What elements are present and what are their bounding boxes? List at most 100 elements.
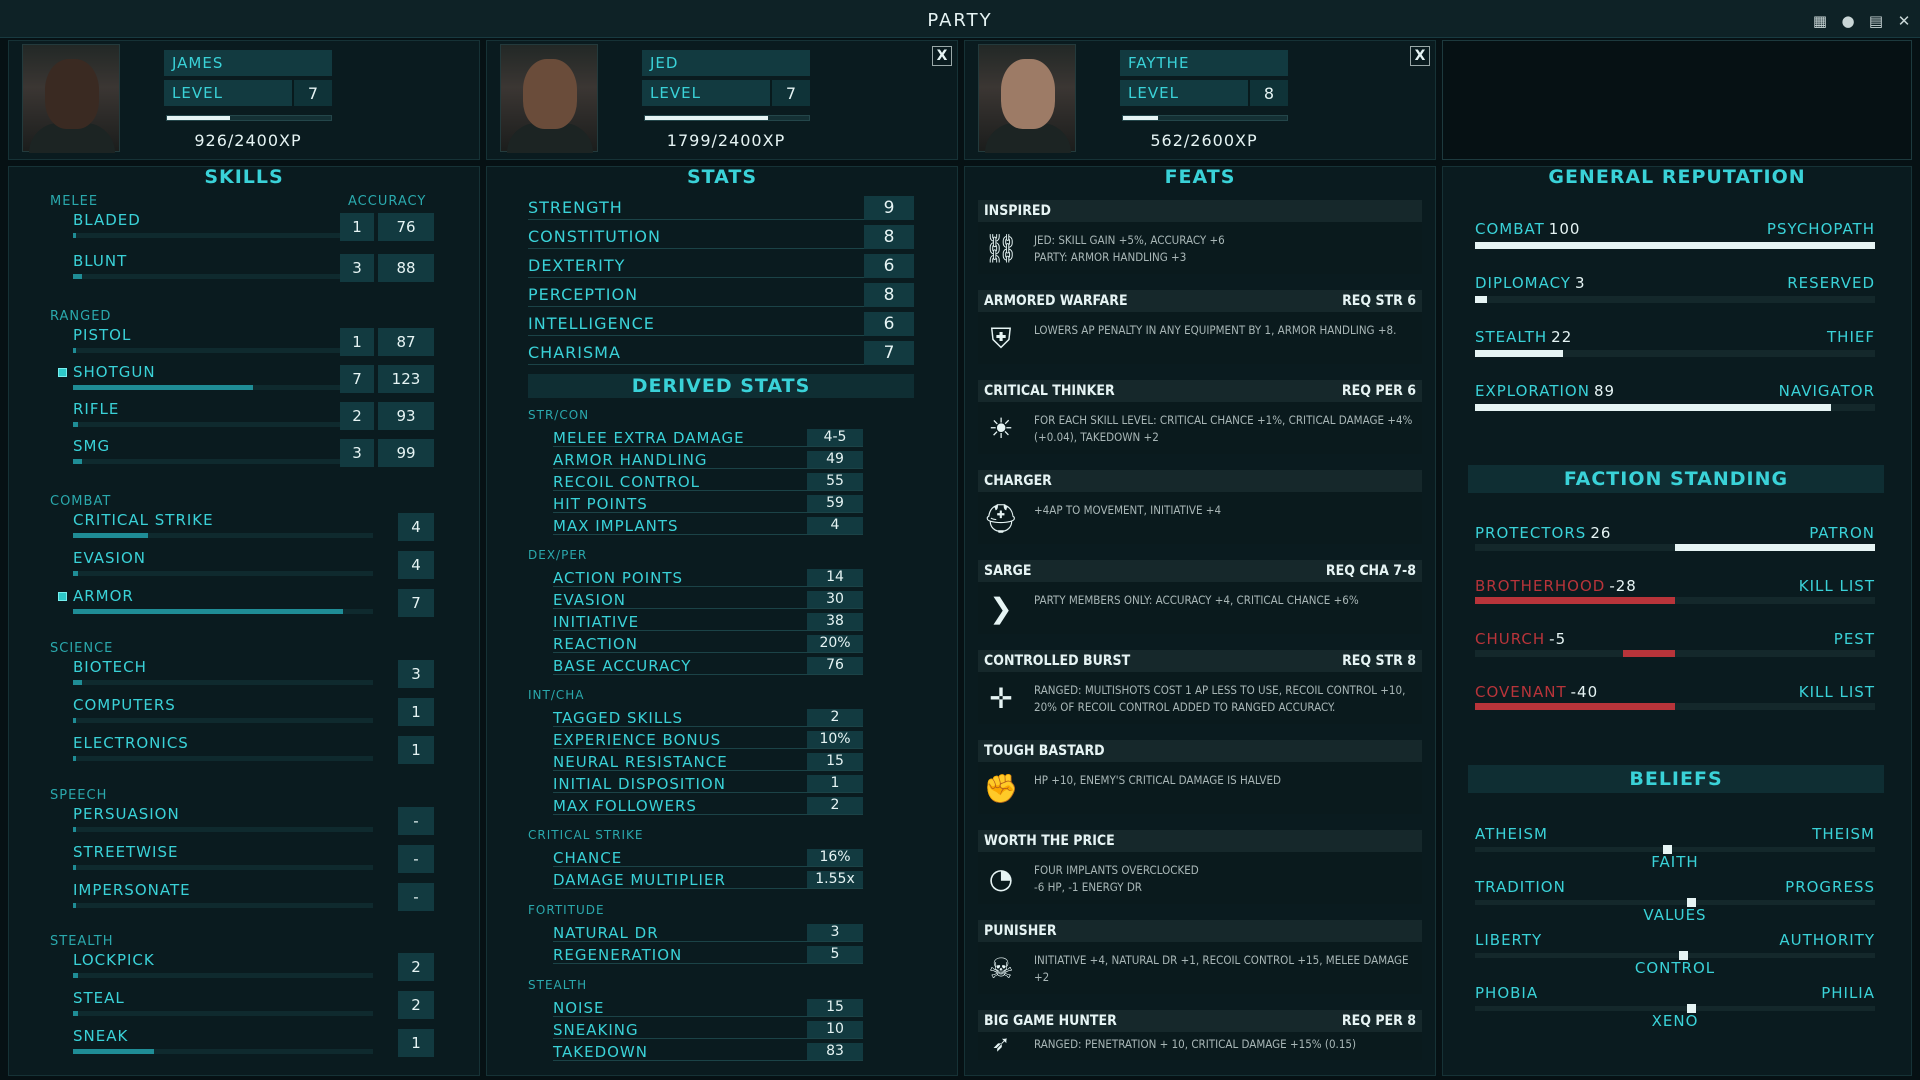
skill-accuracy: 123 [378,365,434,393]
stat-name: PERCEPTION [528,285,639,304]
skill-name[interactable]: ARMOR [73,587,134,605]
stat-name: INTELLIGENCE [528,314,655,333]
derived-stat-row[interactable]: BASE ACCURACY 76 [553,657,863,675]
derived-stat-row[interactable]: NOISE 15 [553,999,863,1017]
derived-stat-value: 16% [807,849,863,866]
feat-card[interactable]: INSPIRED ⛓ JED: SKILL GAIN +5%, ACCURACY +… [978,200,1422,274]
derived-stat-row[interactable]: INITIAL DISPOSITION 1 [553,775,863,793]
derived-stat-value: 20% [807,635,863,652]
skill-name[interactable]: PERSUASION [73,805,180,823]
feat-card[interactable]: CRITICAL THINKER REQ PER 6 ☀ FOR EACH SKILL… [978,380,1422,454]
skill-progress-fill [73,571,78,576]
skill-progress-fill [73,718,76,723]
derived-stat-name: INITIAL DISPOSITION [553,775,726,793]
derived-stat-row[interactable]: MAX IMPLANTS 4 [553,517,863,535]
stats-title: STATS [686,166,758,188]
stat-row[interactable]: INTELLIGENCE 6 [528,312,914,336]
feat-card[interactable]: PUNISHER ☠ INITIATIVE +4, NATURAL DR +1, R… [978,920,1422,994]
feat-card[interactable]: CHARGER ⛑ +4AP TO MOVEMENT, INITIATIVE +4 [978,470,1422,544]
feat-card[interactable]: CONTROLLED BURST REQ STR 8 ✛ RANGED: MULTIS… [978,650,1422,724]
close-icon[interactable]: ✕ [1894,12,1914,30]
derived-stat-name: TAGGED SKILLS [553,709,684,727]
feat-card[interactable]: TOUGH BASTARD ✊ HP +10, ENEMY'S CRITICAL D… [978,740,1422,814]
skill-name[interactable]: LOCKPICK [73,951,155,969]
skill-name[interactable]: STEAL [73,989,125,1007]
reputation-bar-fill [1475,242,1875,249]
remove-member-button[interactable]: X [1410,46,1430,66]
empty-party-slot[interactable] [1442,40,1912,160]
feat-card[interactable]: ARMORED WARFARE REQ STR 6 ⛨ LOWERS AP PENAL… [978,290,1422,364]
reputation-bar-fill [1475,350,1563,357]
belief-row: PHOBIA PHILIA XENO [1475,984,1875,1034]
codex-icon[interactable]: ▤ [1866,12,1886,30]
derived-stat-row[interactable]: INITIATIVE 38 [553,613,863,631]
derived-stat-row[interactable]: TAGGED SKILLS 2 [553,709,863,727]
derived-stat-row[interactable]: EVASION 30 [553,591,863,609]
derived-stat-row[interactable]: NEURAL RESISTANCE 15 [553,753,863,771]
calendar-icon[interactable]: ▦ [1810,12,1830,30]
stat-value: 9 [864,196,914,220]
feat-name: INSPIRED [984,203,1051,219]
skill-name[interactable]: BIOTECH [73,658,147,676]
skill-name[interactable]: EVASION [73,549,146,567]
level-value: 8 [1248,80,1288,106]
skill-name[interactable]: STREETWISE [73,843,178,861]
stat-row[interactable]: STRENGTH 9 [528,196,914,220]
skill-name[interactable]: BLUNT [73,252,127,270]
derived-stat-row[interactable]: MELEE EXTRA DAMAGE 4-5 [553,429,863,447]
derived-stat-row[interactable]: HIT POINTS 59 [553,495,863,513]
skill-name[interactable]: COMPUTERS [73,696,176,714]
derived-stats-title: DERIVED STATS [528,374,914,398]
stat-row[interactable]: PERCEPTION 8 [528,283,914,307]
derived-stat-row[interactable]: ARMOR HANDLING 49 [553,451,863,469]
skill-category: RANGED [50,309,112,324]
skill-name[interactable]: BLADED [73,211,141,229]
character-portrait[interactable] [978,44,1076,153]
character-name: JAMES [164,50,332,76]
skill-name[interactable]: SMG [73,437,110,455]
derived-stat-row[interactable]: EXPERIENCE BONUS 10% [553,731,863,749]
derived-stat-row[interactable]: NATURAL DR 3 [553,924,863,942]
skill-name[interactable]: CRITICAL STRIKE [73,511,214,529]
reputation-row: STEALTH 22 THIEF [1475,328,1875,368]
feat-header: WORTH THE PRICE [978,830,1422,852]
belief-axis-label: FAITH [1651,853,1699,871]
skill-name[interactable]: RIFLE [73,400,119,418]
feat-card[interactable]: WORTH THE PRICE ◔ FOUR IMPLANTS OVERCLOCKE… [978,830,1422,904]
feat-card[interactable]: SARGE REQ CHA 7-8 ❯ PARTY MEMBERS ONLY: ACC… [978,560,1422,634]
skill-name[interactable]: SNEAK [73,1027,128,1045]
derived-stat-value: 38 [807,613,863,630]
feat-card[interactable]: BIG GAME HUNTER REQ PER 8 ➶ RANGED: PENETRA… [978,1010,1422,1060]
derived-stat-row[interactable]: DAMAGE MULTIPLIER 1.55x [553,871,863,889]
derived-category: STR/CON [528,408,590,422]
skill-name[interactable]: ELECTRONICS [73,734,189,752]
feat-header: ARMORED WARFARE REQ STR 6 [978,290,1422,312]
derived-stat-row[interactable]: ACTION POINTS 14 [553,569,863,587]
derived-stat-row[interactable]: SNEAKING 10 [553,1021,863,1039]
skill-level: 2 [398,991,434,1019]
skill-name[interactable]: IMPERSONATE [73,881,191,899]
stat-row[interactable]: CONSTITUTION 8 [528,225,914,249]
reputation-value: 89 [1593,382,1616,400]
derived-stat-value: 15 [807,753,863,770]
derived-stat-row[interactable]: REACTION 20% [553,635,863,653]
derived-stat-value: 1 [807,775,863,792]
stat-row[interactable]: CHARISMA 7 [528,341,914,365]
character-portrait[interactable] [22,44,120,153]
skill-progress-bar [73,718,373,723]
skill-progress-bar [73,827,373,832]
character-portrait[interactable] [500,44,598,153]
derived-stat-row[interactable]: RECOIL CONTROL 55 [553,473,863,491]
derived-stat-row[interactable]: REGENERATION 5 [553,946,863,964]
skill-name[interactable]: SHOTGUN [73,363,156,381]
derived-stat-row[interactable]: CHANCE 16% [553,849,863,867]
feat-name: WORTH THE PRICE [984,833,1115,849]
skill-name[interactable]: PISTOL [73,326,131,344]
remove-member-button[interactable]: X [932,46,952,66]
stat-row[interactable]: DEXTERITY 6 [528,254,914,278]
skill-progress-fill [73,680,82,685]
feat-description: FOR EACH SKILL LEVEL: CRITICAL CHANCE +1… [1034,413,1413,444]
faction-icon[interactable]: ● [1838,12,1858,30]
derived-stat-row[interactable]: TAKEDOWN 83 [553,1043,863,1061]
derived-stat-row[interactable]: MAX FOLLOWERS 2 [553,797,863,815]
